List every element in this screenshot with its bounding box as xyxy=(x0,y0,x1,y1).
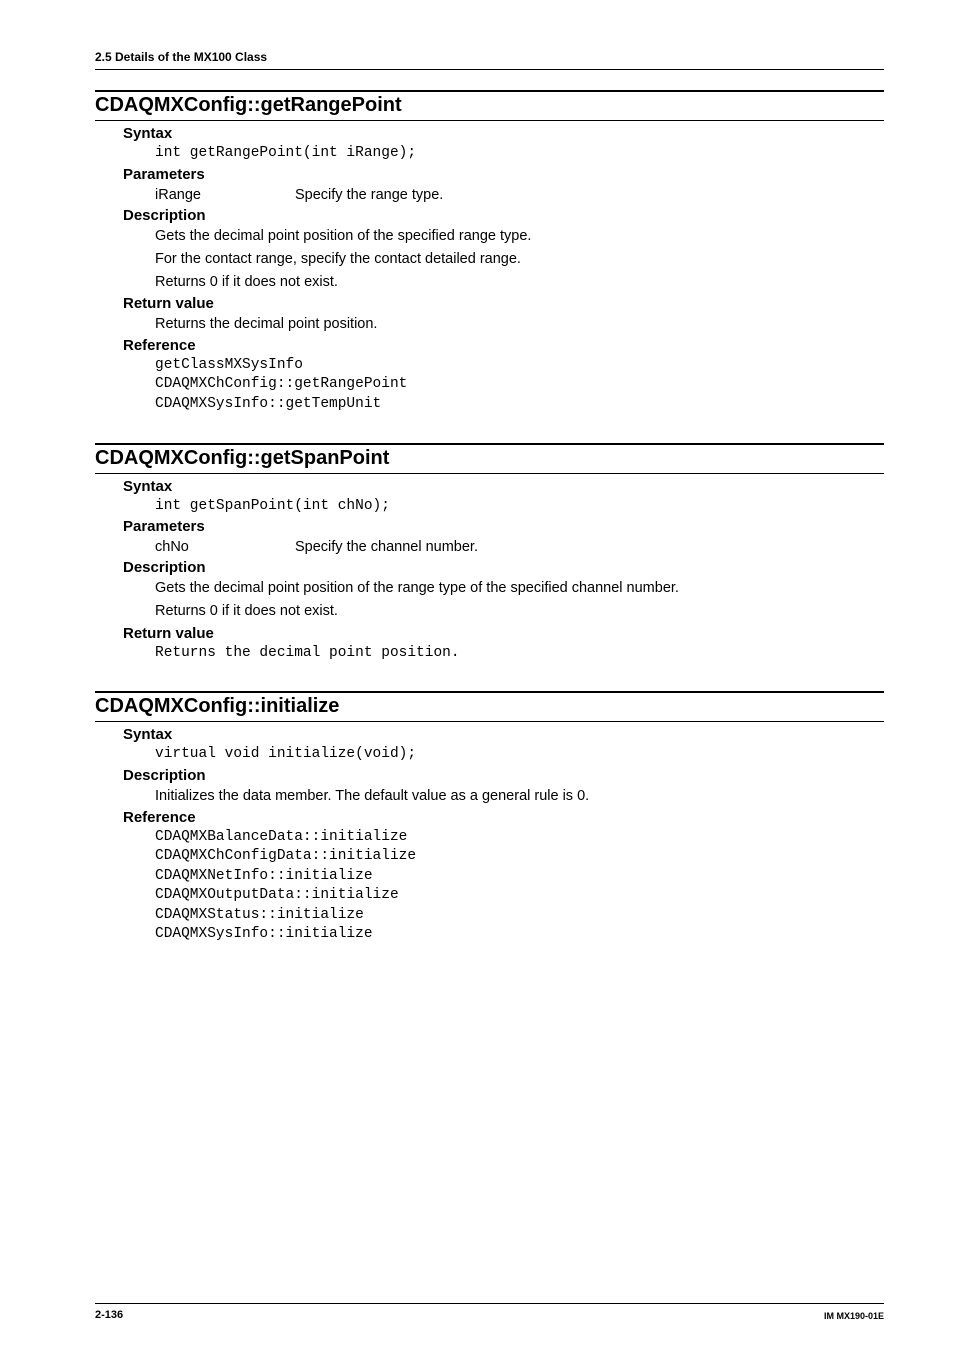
api-title: CDAQMXConfig::getSpanPoint xyxy=(95,447,884,474)
param-name: chNo xyxy=(155,537,295,557)
api-title: CDAQMXConfig::getRangePoint xyxy=(95,94,884,121)
description-line: Returns 0 if it does not exist. xyxy=(155,601,884,622)
parameters-heading: Parameters xyxy=(123,166,884,183)
param-desc: Specify the channel number. xyxy=(295,537,884,557)
page-number: 2-136 xyxy=(95,1309,123,1321)
description-heading: Description xyxy=(123,767,884,784)
reference-heading: Reference xyxy=(123,809,884,826)
description-line: Initializes the data member. The default… xyxy=(155,786,884,807)
doc-id: IM MX190-01E xyxy=(824,1311,884,1321)
api-entry: CDAQMXConfig::initialize Syntax virtual … xyxy=(95,691,884,945)
returnvalue-code: Returns the decimal point position. xyxy=(155,644,884,664)
syntax-heading: Syntax xyxy=(123,726,884,743)
reference-code: CDAQMXBalanceData::initialize CDAQMXChCo… xyxy=(155,828,884,945)
returnvalue-heading: Return value xyxy=(123,295,884,312)
description-line: Gets the decimal point position of the r… xyxy=(155,578,884,599)
returnvalue-heading: Return value xyxy=(123,625,884,642)
api-entry: CDAQMXConfig::getRangePoint Syntax int g… xyxy=(95,90,884,415)
api-title: CDAQMXConfig::initialize xyxy=(95,695,884,722)
param-row: iRange Specify the range type. xyxy=(155,185,884,205)
syntax-heading: Syntax xyxy=(123,478,884,495)
param-desc: Specify the range type. xyxy=(295,185,884,205)
syntax-code: virtual void initialize(void); xyxy=(155,745,884,765)
api-entry: CDAQMXConfig::getSpanPoint Syntax int ge… xyxy=(95,443,884,663)
description-line: Returns 0 if it does not exist. xyxy=(155,272,884,293)
description-heading: Description xyxy=(123,559,884,576)
parameters-heading: Parameters xyxy=(123,518,884,535)
description-heading: Description xyxy=(123,207,884,224)
page-footer: 2-136 IM MX190-01E xyxy=(95,1303,884,1321)
reference-heading: Reference xyxy=(123,337,884,354)
syntax-heading: Syntax xyxy=(123,125,884,142)
reference-code: getClassMXSysInfo CDAQMXChConfig::getRan… xyxy=(155,356,884,415)
description-line: Gets the decimal point position of the s… xyxy=(155,226,884,247)
syntax-code: int getSpanPoint(int chNo); xyxy=(155,497,884,517)
param-row: chNo Specify the channel number. xyxy=(155,537,884,557)
rule-thick xyxy=(95,90,884,92)
returnvalue-line: Returns the decimal point position. xyxy=(155,314,884,335)
description-line: For the contact range, specify the conta… xyxy=(155,249,884,270)
section-header: 2.5 Details of the MX100 Class xyxy=(95,50,884,70)
param-name: iRange xyxy=(155,185,295,205)
rule-thick xyxy=(95,443,884,445)
rule-thick xyxy=(95,691,884,693)
syntax-code: int getRangePoint(int iRange); xyxy=(155,144,884,164)
